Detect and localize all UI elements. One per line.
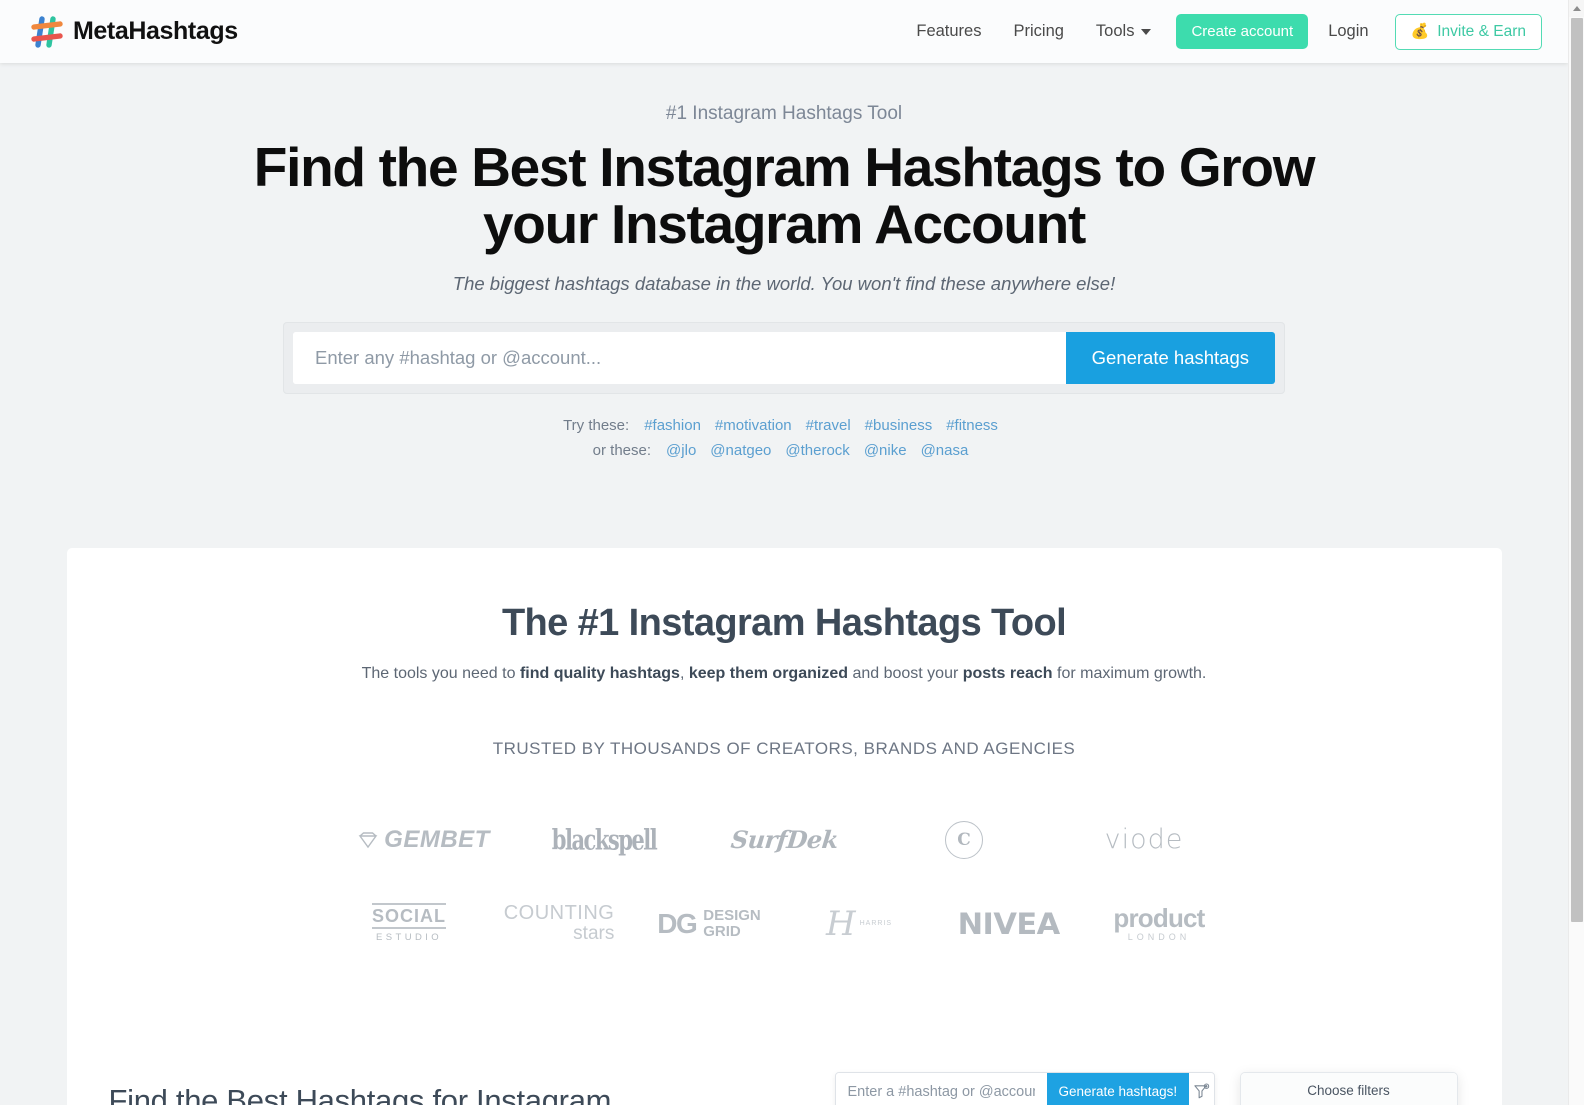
hero-search-input[interactable] [293,332,1066,385]
suggestion-accounts-row: or these: @jlo @natgeo @therock @nike @nasa [0,439,1568,464]
hero-section: #1 Instagram Hashtags Tool Find the Best… [0,63,1568,464]
client-logo-grid-text: GRID [703,922,741,940]
subtitle-part-2: , [679,664,689,682]
client-logo-blackspell: blackspell [514,805,694,875]
suggestion-hashtags-row: Try these: #fashion #motivation #travel #bus… [0,414,1568,439]
tool-section-subtitle: The tools you need to find quality hasht… [67,665,1502,683]
or-these-label: or these: [592,442,652,460]
top-navigation-bar: MetaHashtags Features Pricing Tools Crea… [0,0,1568,63]
client-logo-social-estudio: SOCIAL ESTUDIO [334,889,484,959]
client-logo-design-text: DESIGN [703,907,761,925]
trusted-by-label: TRUSTED BY THOUSANDS OF CREATORS, BRANDS… [492,738,1076,758]
hashtag-logo-icon [31,15,63,48]
client-logo-row-2: SOCIAL ESTUDIO COUNTING stars DG DESIGN [334,889,1234,959]
suggestion-account-nasa[interactable]: @nasa [921,442,969,459]
generate-hashtags-button[interactable]: Generate hashtags [1065,332,1275,385]
nav-item-tools-label: Tools [1095,22,1135,40]
suggestion-account-natgeo[interactable]: @natgeo [710,442,771,459]
client-logo-social-text: SOCIAL [372,902,447,929]
client-logo-counting-text: COUNTING [503,902,615,925]
hero-search-container: Generate hashtags [283,322,1285,395]
scrollbar-thumb[interactable] [1571,18,1583,922]
subtitle-part-3: keep them organized [688,664,848,682]
client-logo-gembet: GEMBET [334,805,514,875]
client-logo-london-text: LONDON [1127,932,1191,943]
client-logo-counting-stars: COUNTING stars [484,889,634,959]
client-logo-harris-monogram: H [825,903,856,944]
brand-logo[interactable]: MetaHashtags [30,15,238,49]
subtitle-part-4: and boost your [848,664,963,682]
try-these-label: Try these: [563,417,630,435]
choose-filters-header: Choose filters [1240,1072,1457,1105]
tool-section-card: The #1 Instagram Hashtags Tool The tools… [66,547,1502,1105]
suggestion-hashtag-travel[interactable]: #travel [806,417,851,434]
diamond-icon [358,832,378,849]
suggestion-account-therock[interactable]: @therock [785,442,849,459]
hero-subtitle: The biggest hashtags database in the wor… [452,273,1116,295]
chevron-down-icon [1141,28,1152,35]
nav-item-pricing[interactable]: Pricing [997,14,1079,49]
bottom-section-title: Find the Best Hashtags for Instagram [108,1082,612,1105]
client-logo-product-text: product [1113,903,1205,934]
client-logo-circle-badge: C [874,805,1054,875]
client-logo-grid: GEMBET blackspell SurfDek C viode SOCIAL… [334,805,1234,959]
client-logo-row-1: GEMBET blackspell SurfDek C viode [334,805,1234,875]
page-title: Find the Best Instagram Hashtags to Grow… [253,136,1316,256]
client-logo-nivea-text: NIVEA [957,906,1061,941]
client-logo-gembet-text: GEMBET [384,825,490,853]
client-logo-estudio-text: ESTUDIO [376,931,443,943]
tool-section-title: The #1 Instagram Hashtags Tool [501,601,1067,644]
widget-generate-button[interactable]: Generate hashtags! [1046,1072,1190,1105]
client-logo-viode-text: viode [1104,824,1184,856]
client-logo-harris-text: HARRIS [859,920,893,928]
client-logo-stars-text: stars [573,923,615,945]
create-account-button[interactable]: Create account [1176,14,1309,49]
subtitle-part-6: for maximum growth. [1052,664,1207,682]
scroll-up-arrow-icon[interactable] [1569,0,1584,17]
hero-search-row: Generate hashtags [293,332,1275,385]
client-logo-circle-badge-text: C [945,820,983,859]
subtitle-part-1: find quality hashtags [519,664,680,682]
invite-and-earn-button[interactable]: 💰 Invite & Earn [1394,13,1542,50]
hashtag-generator-widget: Generate hashtags! Choose filters Total [834,1071,1475,1105]
widget-search-input[interactable] [835,1072,1047,1105]
nav-item-features[interactable]: Features [900,14,997,49]
client-logo-surfdek-text: SurfDek [728,825,840,855]
client-logo-viode: viode [1054,805,1234,875]
client-logo-harris: H HARRIS [784,889,934,959]
suggestion-account-jlo[interactable]: @jlo [666,442,696,459]
suggestion-hashtag-fitness[interactable]: #fitness [946,417,998,434]
client-logo-product-london: product LONDON [1084,889,1234,959]
page-viewport: MetaHashtags Features Pricing Tools Crea… [0,0,1568,1105]
suggestion-hashtag-motivation[interactable]: #motivation [715,417,792,434]
nav-item-tools[interactable]: Tools [1080,14,1168,49]
client-logo-surfdek: SurfDek [694,805,874,875]
brand-name: MetaHashtags [73,17,238,45]
client-logo-nivea: NIVEA [934,889,1084,959]
suggestion-hashtag-business[interactable]: #business [865,417,933,434]
choose-filters-panel: Choose filters Total posts 50K - 200K × [1239,1071,1458,1105]
filter-funnel-icon[interactable] [1189,1072,1214,1105]
suggestions-block: Try these: #fashion #motivation #travel #bus… [0,414,1568,464]
page-scrollbar[interactable] [1568,0,1584,1105]
login-link[interactable]: Login [1312,14,1384,49]
suggestion-hashtag-fashion[interactable]: #fashion [644,417,701,434]
nav-right-group: Features Pricing Tools Create account Lo… [900,13,1542,50]
suggestion-account-nike[interactable]: @nike [864,442,907,459]
bottom-section: Find the Best Hashtags for Instagram Gen… [67,1067,1502,1105]
client-logo-dg-text: DG [657,907,698,939]
hero-eyebrow: #1 Instagram Hashtags Tool [665,103,903,124]
client-logo-design-grid: DG DESIGN GRID [634,889,784,959]
client-logo-blackspell-text: blackspell [551,823,658,857]
money-bag-icon: 💰 [1410,23,1430,40]
subtitle-part-0: The tools you need to [361,664,520,682]
widget-search-row: Generate hashtags! [834,1071,1215,1105]
subtitle-part-5: posts reach [962,664,1053,682]
invite-and-earn-label: Invite & Earn [1437,22,1526,40]
